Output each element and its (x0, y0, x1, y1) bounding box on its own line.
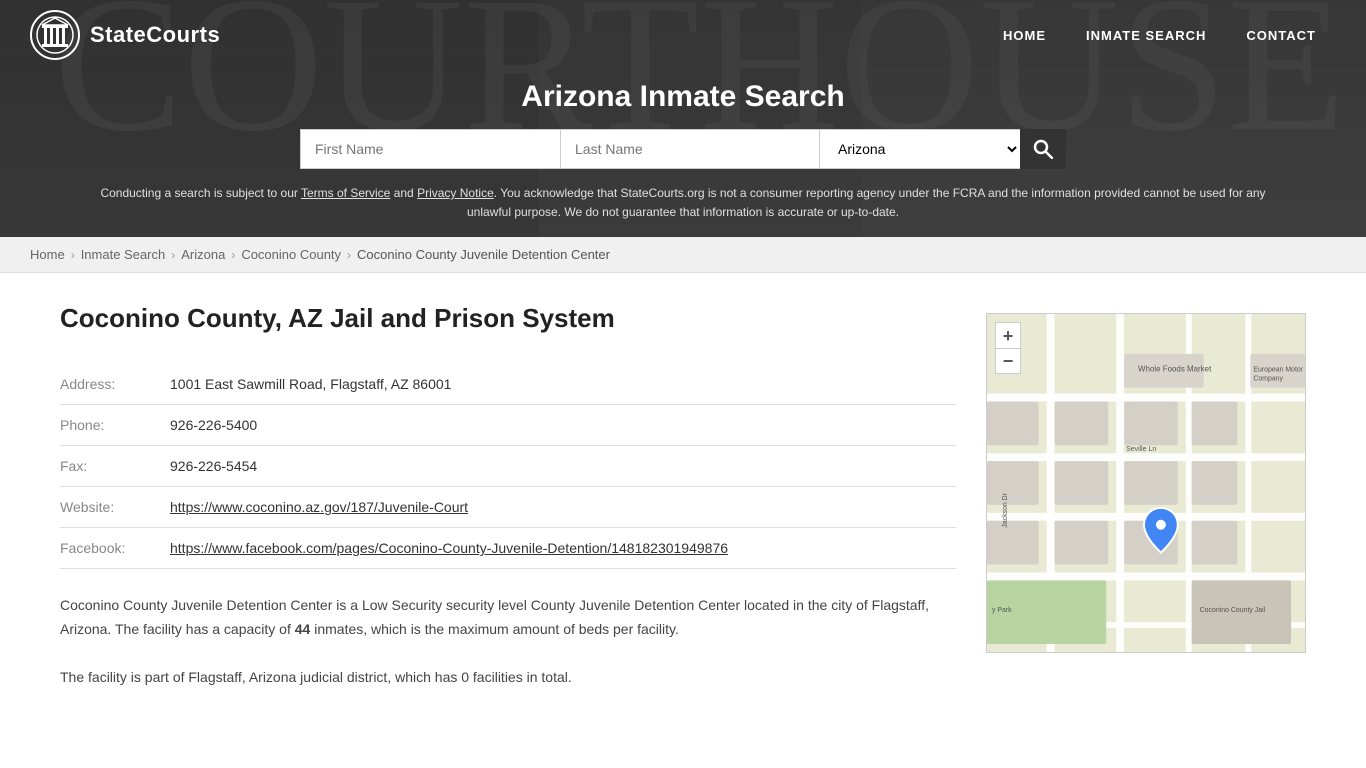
logo-icon (30, 10, 80, 60)
site-name: StateCourts (90, 22, 220, 48)
top-nav-links: HOME INMATE SEARCH CONTACT (983, 18, 1336, 53)
site-header: StateCourts HOME INMATE SEARCH CONTACT A… (0, 0, 1366, 237)
svg-text:Company: Company (1253, 376, 1283, 383)
svg-text:European Motor: European Motor (1253, 367, 1303, 374)
breadcrumb-sep-1: › (71, 248, 75, 262)
fax-row: Fax: 926-226-5454 (60, 446, 956, 487)
terms-of-service-link[interactable]: Terms of Service (301, 186, 390, 200)
facebook-link[interactable]: https://www.facebook.com/pages/Coconino-… (170, 540, 728, 556)
svg-text:Whole Foods Market: Whole Foods Market (1138, 365, 1212, 374)
website-row: Website: https://www.coconino.az.gov/187… (60, 487, 956, 528)
svg-text:Seville Ln: Seville Ln (1126, 447, 1156, 454)
search-icon (1033, 139, 1053, 159)
state-select[interactable]: Select State Alabama Alaska Arizona Arka… (820, 129, 1020, 169)
facebook-row: Facebook: https://www.facebook.com/pages… (60, 528, 956, 569)
main-content: Coconino County, AZ Jail and Prison Syst… (0, 273, 1366, 719)
desc-text-2: inmates, which is the maximum amount of … (310, 621, 679, 637)
breadcrumb-inmate-search[interactable]: Inmate Search (81, 247, 166, 262)
facility-capacity: 44 (295, 621, 311, 637)
nav-home[interactable]: HOME (983, 18, 1066, 53)
facility-description: Coconino County Juvenile Detention Cente… (60, 594, 956, 689)
facility-desc-p1: Coconino County Juvenile Detention Cente… (60, 594, 956, 642)
address-row: Address: 1001 East Sawmill Road, Flagsta… (60, 364, 956, 405)
map-zoom-out-button[interactable]: − (995, 348, 1021, 374)
content-left: Coconino County, AZ Jail and Prison Syst… (60, 303, 956, 689)
nav-contact[interactable]: CONTACT (1226, 18, 1336, 53)
facility-title: Coconino County, AZ Jail and Prison Syst… (60, 303, 956, 334)
header-title-area: Arizona Inmate Search (0, 70, 1366, 129)
facebook-value: https://www.facebook.com/pages/Coconino-… (170, 528, 956, 569)
map-zoom-in-button[interactable]: + (995, 322, 1021, 348)
address-label: Address: (60, 364, 170, 405)
breadcrumb-county[interactable]: Coconino County (241, 247, 341, 262)
disclaimer-and: and (390, 186, 417, 200)
svg-text:Jackson Dr: Jackson Dr (1002, 493, 1009, 528)
nav-inmate-search[interactable]: INMATE SEARCH (1066, 18, 1226, 53)
fax-label: Fax: (60, 446, 170, 487)
breadcrumb-sep-2: › (171, 248, 175, 262)
search-button[interactable] (1020, 129, 1066, 169)
phone-label: Phone: (60, 405, 170, 446)
map-controls: + − (995, 322, 1021, 374)
breadcrumb-home[interactable]: Home (30, 247, 65, 262)
content-right: Whole Foods Market European Motor Compan… (986, 303, 1306, 689)
fax-value: 926-226-5454 (170, 446, 956, 487)
disclaimer-text-after: . You acknowledge that StateCourts.org i… (467, 186, 1266, 219)
page-main-title: Arizona Inmate Search (0, 80, 1366, 114)
map-container[interactable]: Whole Foods Market European Motor Compan… (986, 313, 1306, 653)
breadcrumb-facility: Coconino County Juvenile Detention Cente… (357, 247, 610, 262)
last-name-input[interactable] (560, 129, 820, 169)
logo-area[interactable]: StateCourts (30, 10, 220, 60)
breadcrumb-sep-4: › (347, 248, 351, 262)
breadcrumb: Home › Inmate Search › Arizona › Coconin… (0, 237, 1366, 273)
facility-desc-p2: The facility is part of Flagstaff, Arizo… (60, 666, 956, 690)
breadcrumb-state[interactable]: Arizona (181, 247, 225, 262)
disclaimer: Conducting a search is subject to our Te… (0, 184, 1366, 237)
breadcrumb-sep-3: › (231, 248, 235, 262)
disclaimer-text-before: Conducting a search is subject to our (100, 186, 301, 200)
address-value: 1001 East Sawmill Road, Flagstaff, AZ 86… (170, 364, 956, 405)
search-bar: Select State Alabama Alaska Arizona Arka… (0, 129, 1366, 184)
phone-row: Phone: 926-226-5400 (60, 405, 956, 446)
svg-text:y Park: y Park (992, 608, 1012, 615)
facebook-label: Facebook: (60, 528, 170, 569)
website-value: https://www.coconino.az.gov/187/Juvenile… (170, 487, 956, 528)
facility-info-table: Address: 1001 East Sawmill Road, Flagsta… (60, 364, 956, 569)
website-label: Website: (60, 487, 170, 528)
svg-text:Coconino County Jail: Coconino County Jail (1200, 608, 1266, 615)
first-name-input[interactable] (300, 129, 560, 169)
top-navigation: StateCourts HOME INMATE SEARCH CONTACT (0, 0, 1366, 70)
map-svg: Whole Foods Market European Motor Compan… (987, 314, 1305, 652)
phone-value: 926-226-5400 (170, 405, 956, 446)
website-link[interactable]: https://www.coconino.az.gov/187/Juvenile… (170, 499, 468, 515)
privacy-notice-link[interactable]: Privacy Notice (417, 186, 494, 200)
